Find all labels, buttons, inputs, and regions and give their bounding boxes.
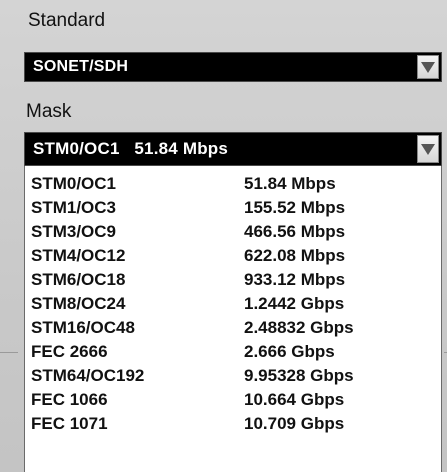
option-rate: 10.709 Gbps [244,414,345,433]
mask-label: Mask [26,101,72,122]
mask-option-fec-2666[interactable]: FEC 2666 2.666 Gbps [25,340,441,364]
option-rate: 622.08 Mbps [244,246,346,265]
option-name: STM8/OC24 [31,294,126,313]
option-rate: 155.52 Mbps [244,198,346,217]
option-rate: 51.84 Mbps [244,174,336,193]
mask-selected-value: STM0/OC1 51.84 Mbps [33,139,229,158]
standard-label: Standard [28,10,106,31]
option-rate: 10.664 Gbps [244,390,345,409]
option-name: FEC 1066 [31,390,108,409]
option-name: STM6/OC18 [31,270,126,289]
option-rate: 9.95328 Gbps [244,366,354,385]
option-name: STM64/OC192 [31,366,145,385]
standard-dropdown[interactable]: SONET/SDH [24,52,442,82]
option-name: STM0/OC1 [31,174,117,193]
mask-option-fec-1071[interactable]: FEC 1071 10.709 Gbps [25,412,441,436]
mask-option-fec-1066[interactable]: FEC 1066 10.664 Gbps [25,388,441,412]
standard-dropdown-button[interactable] [417,55,439,79]
option-name: STM16/OC48 [31,318,135,337]
option-rate: 2.48832 Gbps [244,318,354,337]
mask-option-stm4-oc12[interactable]: STM4/OC12 622.08 Mbps [25,244,441,268]
mask-dropdown-button[interactable] [417,135,439,163]
option-rate: 466.56 Mbps [244,222,346,241]
option-name: STM1/OC3 [31,198,117,217]
option-rate: 1.2442 Gbps [244,294,345,313]
mask-option-stm0-oc1[interactable]: STM0/OC1 51.84 Mbps [25,172,441,196]
standard-selected-value: SONET/SDH [33,58,129,75]
mask-options-list: STM0/OC1 51.84 Mbps STM1/OC3 155.52 Mbps… [24,166,442,472]
option-rate: 2.666 Gbps [244,342,335,361]
option-name: STM3/OC9 [31,222,117,241]
divider [0,352,18,353]
mask-option-stm3-oc9[interactable]: STM3/OC9 466.56 Mbps [25,220,441,244]
mask-option-stm6-oc18[interactable]: STM6/OC18 933.12 Mbps [25,268,441,292]
option-name: FEC 1071 [31,414,108,433]
mask-option-stm64-oc192[interactable]: STM64/OC192 9.95328 Gbps [25,364,441,388]
option-rate: 933.12 Mbps [244,270,346,289]
option-name: STM4/OC12 [31,246,126,265]
mask-option-stm8-oc24[interactable]: STM8/OC24 1.2442 Gbps [25,292,441,316]
option-name: FEC 2666 [31,342,108,361]
chevron-down-icon [421,143,435,155]
mask-option-stm16-oc48[interactable]: STM16/OC48 2.48832 Gbps [25,316,441,340]
chevron-down-icon [421,61,435,73]
mask-dropdown[interactable]: STM0/OC1 51.84 Mbps [24,132,442,166]
mask-option-stm1-oc3[interactable]: STM1/OC3 155.52 Mbps [25,196,441,220]
